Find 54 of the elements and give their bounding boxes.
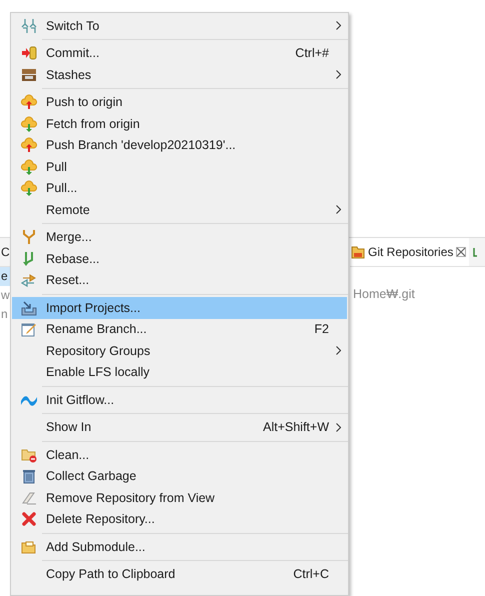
menu-item[interactable]: Push to origin <box>12 92 347 113</box>
branches-icon <box>21 18 37 34</box>
cloud-up-icon <box>21 94 37 110</box>
menu-item[interactable]: Remote <box>12 199 347 220</box>
menu-item[interactable]: Pull <box>12 156 347 178</box>
menu-item[interactable]: Commit... Ctrl+# <box>12 42 347 64</box>
trash-icon <box>21 468 37 484</box>
menu-item[interactable]: Reset... <box>12 270 347 291</box>
arrow-cylinder-icon <box>21 45 37 62</box>
menu-item[interactable]: Show In Alt+Shift+W <box>12 416 347 438</box>
shortcut-text: Alt+Shift+W <box>262 420 329 434</box>
git-folder-icon <box>351 245 365 259</box>
menu-item[interactable]: Enable LFS locally <box>12 362 347 383</box>
import-icon <box>21 300 37 316</box>
menu-item[interactable]: Clean... <box>12 444 347 466</box>
pencil-note-icon <box>21 321 37 338</box>
eraser-icon <box>21 490 37 506</box>
menu-item[interactable]: Copy Path to Clipboard Ctrl+C <box>12 564 347 585</box>
menu-item[interactable]: Repository Groups <box>12 340 347 362</box>
menu-item[interactable]: Remove Repository from View <box>12 487 347 508</box>
menu-item[interactable]: Import Projects... <box>12 297 347 318</box>
folder-icon <box>21 538 37 555</box>
wave-icon <box>20 394 38 406</box>
reset-icon <box>21 272 37 288</box>
folder-icon <box>21 446 37 463</box>
shortcut-text: Ctrl+C <box>292 567 329 582</box>
menu-item[interactable]: Rename Branch... F2 <box>12 318 347 340</box>
cloud-down-icon <box>21 158 37 175</box>
menu-item[interactable]: Pull... <box>12 178 347 199</box>
repository-path: Home₩.git <box>352 286 416 301</box>
view-tab[interactable]: Git Repositories <box>350 238 470 266</box>
menu-item[interactable]: Init Gitflow... <box>12 389 347 410</box>
menu-item[interactable]: Switch To <box>12 15 347 36</box>
shortcut-text: F2 <box>313 322 329 336</box>
shortcut-text: Ctrl+# <box>294 46 329 60</box>
delete-icon <box>21 511 37 528</box>
cloud-down-icon <box>21 180 37 196</box>
close-icon[interactable] <box>456 247 466 257</box>
cloud-up-icon <box>21 137 37 154</box>
chest-icon <box>21 66 37 83</box>
menu-item[interactable]: Rebase... <box>12 248 347 270</box>
tree-item[interactable]: n <box>0 305 10 324</box>
menu-item[interactable]: Push Branch 'develop20210319'... <box>12 134 347 156</box>
menu-item[interactable]: Merge... <box>12 226 347 248</box>
cloud-down-icon <box>21 116 37 132</box>
menu-item[interactable]: Stashes <box>12 64 347 86</box>
menu-item[interactable]: Add Submodule... <box>12 536 347 558</box>
menu-item[interactable]: Delete Repository... <box>12 508 347 530</box>
merge-icon <box>21 229 37 246</box>
menu-item[interactable]: Fetch from origin <box>12 113 347 134</box>
menu-item[interactable]: Collect Garbage <box>12 466 347 487</box>
tree-item[interactable]: w <box>0 286 10 305</box>
tab-label[interactable]: C <box>0 238 10 267</box>
tree-item[interactable]: e <box>0 267 10 286</box>
